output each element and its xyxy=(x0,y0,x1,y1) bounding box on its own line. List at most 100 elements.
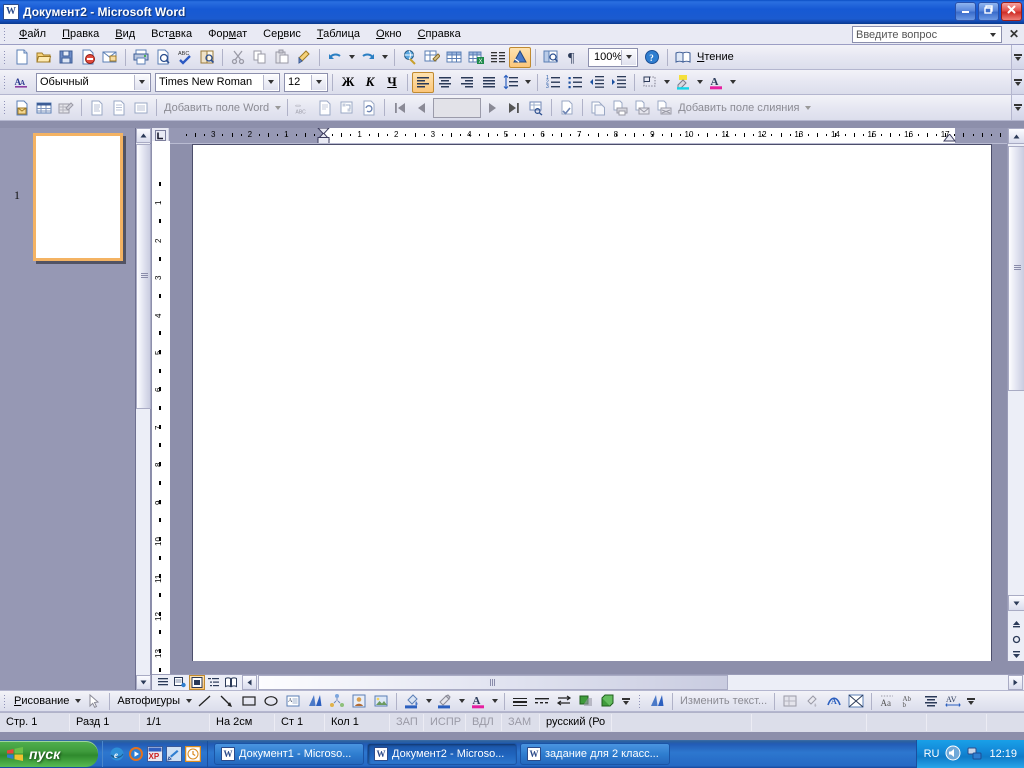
next-page-button[interactable] xyxy=(1008,650,1024,659)
thumbnails-scroll-up-button[interactable] xyxy=(136,128,151,143)
merge-to-printer-icon[interactable] xyxy=(609,97,631,118)
tables-and-borders-icon[interactable] xyxy=(421,47,443,68)
outline-view-icon[interactable] xyxy=(206,675,222,690)
next-record-icon[interactable] xyxy=(481,97,503,118)
justify-icon[interactable] xyxy=(478,72,500,93)
styles-and-formatting-icon[interactable]: AA xyxy=(11,72,33,93)
taskbar-item-zadanie[interactable]: W задание для 2 класс... xyxy=(520,743,670,765)
wordart-toolbar-grip[interactable] xyxy=(638,693,642,709)
line-style-icon[interactable] xyxy=(509,691,531,711)
fill-color-dropdown-icon[interactable] xyxy=(423,691,434,711)
shadow-style-icon[interactable] xyxy=(575,691,597,711)
close-button[interactable] xyxy=(1001,2,1022,21)
hyperlink-icon[interactable] xyxy=(399,47,421,68)
media-player-icon[interactable] xyxy=(128,746,144,762)
arrow-icon[interactable] xyxy=(216,691,238,711)
menu-item-table[interactable]: Таблица xyxy=(309,25,368,43)
merge-to-email-icon[interactable] xyxy=(631,97,653,118)
status-ext[interactable]: ВДЛ xyxy=(466,714,502,731)
thumbnails-scroll-down-button[interactable] xyxy=(136,675,151,690)
line-color-icon[interactable] xyxy=(434,691,456,711)
document-map-icon[interactable] xyxy=(540,47,562,68)
drawing-menu-dropdown-icon[interactable] xyxy=(72,691,83,711)
help-icon[interactable]: ? xyxy=(641,47,663,68)
insert-fields-3-icon[interactable] xyxy=(130,97,152,118)
font-color-icon[interactable]: A xyxy=(467,691,489,711)
find-entry-icon[interactable] xyxy=(525,97,547,118)
status-ovr[interactable]: ЗАМ xyxy=(502,714,540,731)
thumbnail-page-1[interactable] xyxy=(33,133,123,261)
first-record-icon[interactable] xyxy=(389,97,411,118)
line-spacing-dropdown-icon[interactable] xyxy=(522,72,533,93)
line-icon[interactable] xyxy=(194,691,216,711)
add-word-field-label[interactable]: Добавить поле Word xyxy=(161,102,272,114)
oval-icon[interactable] xyxy=(260,691,282,711)
web-layout-view-icon[interactable] xyxy=(172,675,188,690)
borders-icon[interactable] xyxy=(639,72,661,93)
bold-button[interactable]: Ж xyxy=(337,72,359,93)
windows-xp-icon[interactable]: XP xyxy=(147,746,163,762)
previous-page-button[interactable] xyxy=(1008,620,1024,629)
document-page[interactable] xyxy=(192,144,992,661)
italic-button[interactable]: К xyxy=(359,72,381,93)
insert-wordart-icon[interactable] xyxy=(646,691,668,711)
decrease-indent-icon[interactable] xyxy=(586,72,608,93)
insert-picture-icon[interactable] xyxy=(370,691,392,711)
edit-wordart-text-button[interactable]: Изменить текст... xyxy=(677,695,770,707)
paste-icon[interactable] xyxy=(271,47,293,68)
taskbar-item-document1[interactable]: W Документ1 - Microso... xyxy=(214,743,364,765)
menu-grip[interactable] xyxy=(3,26,7,42)
font-color-dropdown-icon[interactable] xyxy=(727,72,738,93)
last-record-icon[interactable] xyxy=(503,97,525,118)
highlight-color-dropdown-icon[interactable] xyxy=(694,72,705,93)
record-number-input[interactable] xyxy=(433,97,482,118)
minimize-button[interactable] xyxy=(955,2,976,21)
menu-item-tools[interactable]: Сервис xyxy=(255,25,309,43)
font-combo[interactable]: Times New Roman xyxy=(155,72,280,92)
internet-explorer-icon[interactable]: e xyxy=(109,746,125,762)
select-browse-object-button[interactable] xyxy=(1008,635,1024,644)
mail-merge-toolbar-grip[interactable] xyxy=(3,100,7,115)
status-rec[interactable]: ЗАП xyxy=(390,714,424,731)
undo-icon[interactable] xyxy=(324,47,346,68)
start-button[interactable]: пуск xyxy=(0,741,98,767)
horizontal-ruler[interactable]: 3211234567891011121314151617 xyxy=(152,128,1007,144)
insert-wordart-icon[interactable] xyxy=(304,691,326,711)
font-size-dropdown-icon[interactable] xyxy=(311,74,326,90)
save-icon[interactable] xyxy=(55,47,77,68)
menu-item-window[interactable]: Окно xyxy=(368,25,410,43)
scroll-left-button[interactable] xyxy=(242,675,257,690)
scroll-right-button[interactable] xyxy=(1008,675,1023,690)
font-size-combo[interactable]: 12 xyxy=(284,72,328,92)
add-merge-field-dropdown-icon[interactable] xyxy=(802,97,813,118)
document-scroll-thumb[interactable] xyxy=(1008,146,1024,391)
align-right-icon[interactable] xyxy=(456,72,478,93)
volume-icon[interactable] xyxy=(945,745,961,764)
align-left-icon[interactable] xyxy=(412,71,434,93)
add-word-field-dropdown-icon[interactable] xyxy=(272,97,283,118)
ruler-scale[interactable]: 3211234567891011121314151617 xyxy=(169,128,1007,143)
select-objects-icon[interactable] xyxy=(83,691,105,711)
font-color-dropdown-icon[interactable] xyxy=(489,691,500,711)
print-layout-view-icon[interactable] xyxy=(189,675,205,690)
recipients-icon[interactable] xyxy=(55,97,77,118)
copy-icon[interactable] xyxy=(249,47,271,68)
wordart-shape-icon[interactable]: A xyxy=(823,691,845,711)
autoshapes-menu-button[interactable]: Автофигуры xyxy=(114,695,183,707)
text-box-icon[interactable]: A xyxy=(282,691,304,711)
dash-style-icon[interactable] xyxy=(531,691,553,711)
open-folder-icon[interactable] xyxy=(33,47,55,68)
numbered-list-icon[interactable]: 123 xyxy=(542,72,564,93)
wordart-toolbar-overflow-button[interactable] xyxy=(964,691,977,711)
menu-item-format[interactable]: Формат xyxy=(200,25,255,43)
autoshapes-dropdown-icon[interactable] xyxy=(183,691,194,711)
merge-to-fax-icon[interactable] xyxy=(653,97,675,118)
mail-merge-toolbar-overflow-button[interactable] xyxy=(1011,95,1024,120)
style-combo[interactable]: Обычный xyxy=(36,72,151,92)
font-dropdown-icon[interactable] xyxy=(263,74,278,90)
match-fields-icon[interactable] xyxy=(336,97,358,118)
scroll-down-button[interactable] xyxy=(1008,595,1024,611)
insert-excel-sheet-icon[interactable]: X xyxy=(465,47,487,68)
clock-tool-icon[interactable] xyxy=(184,745,202,763)
language-indicator[interactable]: RU xyxy=(924,748,940,760)
